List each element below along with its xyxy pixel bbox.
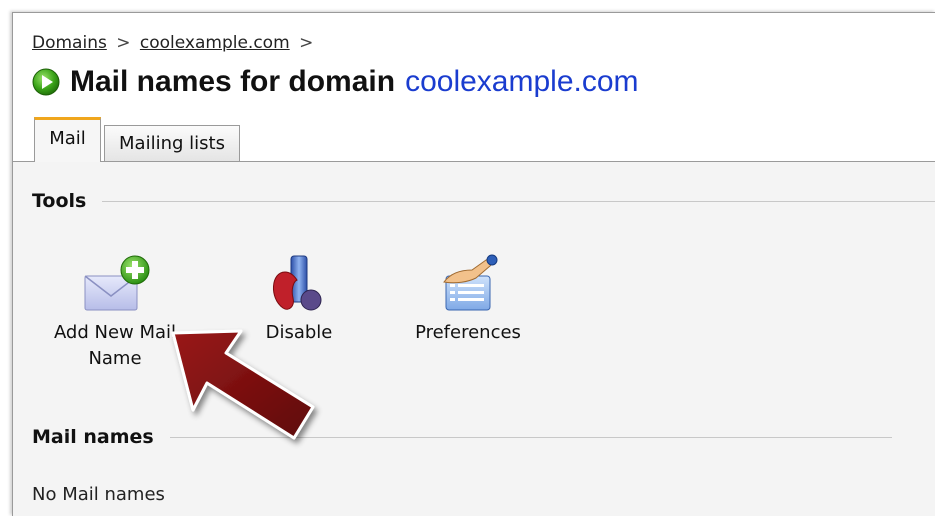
disable-label: Disable xyxy=(265,322,333,343)
tools-heading: Tools xyxy=(32,190,87,212)
breadcrumb-separator: > xyxy=(116,33,131,53)
breadcrumb-domain-link[interactable]: coolexample.com xyxy=(140,33,290,53)
disable-button[interactable]: Disable xyxy=(259,252,339,346)
tools-section-header: Tools xyxy=(32,190,935,212)
breadcrumb-domains-link[interactable]: Domains xyxy=(32,33,107,53)
breadcrumb-separator: > xyxy=(299,33,314,53)
tab-bar: Mail Mailing lists xyxy=(34,117,240,162)
preferences-label: Preferences xyxy=(415,322,521,343)
page-title-domain: coolexample.com xyxy=(405,65,639,98)
section-divider xyxy=(102,200,935,202)
empty-state-text: No Mail names xyxy=(32,484,165,505)
page-title-text: Mail names for domain xyxy=(70,65,396,98)
add-new-mail-name-button[interactable]: Add New Mail Name xyxy=(45,252,185,372)
add-new-mail-name-label: Add New Mail Name xyxy=(53,322,177,369)
mail-names-section-header: Mail names xyxy=(32,426,892,448)
disable-icon xyxy=(273,255,322,311)
page-title: Mail names for domain coolexample.com xyxy=(32,65,639,99)
preferences-button[interactable]: Preferences xyxy=(400,252,536,346)
section-divider xyxy=(169,436,892,438)
plesk-mail-page: Domains > coolexample.com > Mail names f… xyxy=(12,12,935,516)
tab-mailing-lists[interactable]: Mailing lists xyxy=(104,125,240,162)
tools-group: Add New Mail Name Disable Preferences xyxy=(45,252,545,382)
tab-mail[interactable]: Mail xyxy=(34,117,101,162)
tab-panel: Tools Add New Mail Name Disable Preferen… xyxy=(13,161,935,516)
breadcrumb: Domains > coolexample.com > xyxy=(32,33,317,53)
play-icon xyxy=(32,68,60,96)
preferences-icon xyxy=(443,254,498,311)
mail-names-heading: Mail names xyxy=(32,426,154,448)
add-mail-icon xyxy=(84,255,150,311)
